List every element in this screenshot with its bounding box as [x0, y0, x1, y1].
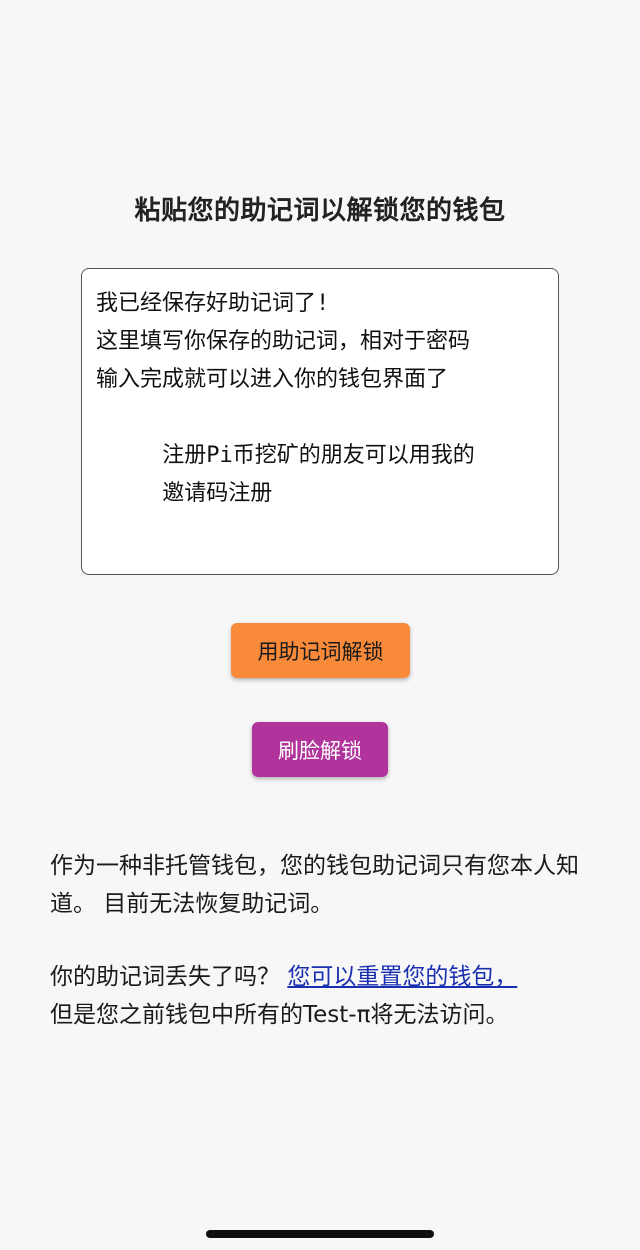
reset-warning-text: 但是您之前钱包中所有的Test-π将无法访问。 — [50, 1002, 509, 1028]
face-unlock-button[interactable]: 刷脸解锁 — [252, 722, 388, 777]
non-custodial-notice: 作为一种非托管钱包，您的钱包助记词只有您本人知道。 目前无法恢复助记词。 — [50, 853, 579, 917]
lost-mnemonic-question: 你的助记词丢失了吗？ — [50, 964, 288, 990]
mnemonic-input[interactable]: 我已经保存好助记词了! 这里填写你保存的助记词，相对于密码 输入完成就可以进入你… — [81, 268, 559, 575]
page-title: 粘贴您的助记词以解锁您的钱包 — [134, 196, 506, 226]
reset-wallet-link[interactable]: 您可以重置您的钱包， — [287, 964, 517, 990]
unlock-with-mnemonic-button[interactable]: 用助记词解锁 — [231, 623, 410, 678]
home-indicator[interactable] — [206, 1230, 434, 1238]
lost-mnemonic-notice: 你的助记词丢失了吗？ 您可以重置您的钱包， 但是您之前钱包中所有的Test-π将… — [50, 958, 595, 1034]
